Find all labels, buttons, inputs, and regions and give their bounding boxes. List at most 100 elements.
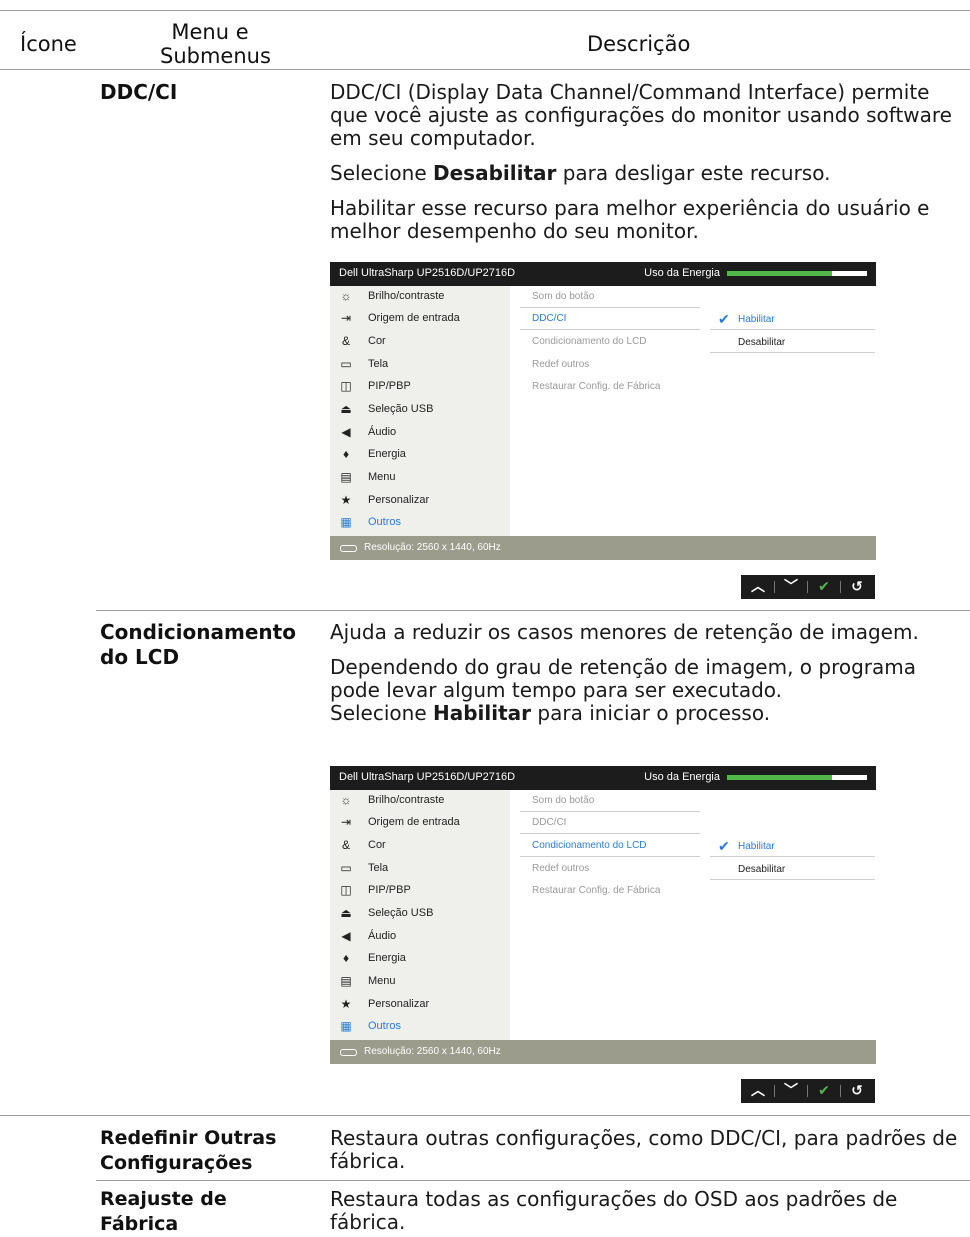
menu-label: Seleção USB	[368, 907, 434, 919]
menu-item-display[interactable]: ▭ Tela	[330, 858, 510, 880]
color-icon: &	[341, 838, 350, 852]
row-rule	[96, 1180, 970, 1181]
divider	[710, 856, 875, 857]
menu-icon: ▤	[340, 470, 352, 484]
term-lcd-line2: do LCD	[100, 645, 180, 669]
pip-icon: ◫	[340, 883, 352, 897]
option-disable[interactable]: Desabilitar	[710, 858, 875, 880]
menu-item-color[interactable]: & Cor	[330, 835, 510, 857]
option-enable[interactable]: ✔ Habilitar	[710, 308, 875, 330]
term-lcd: Condicionamento do LCD	[100, 620, 296, 670]
submenu-label: Restaurar Config. de Fábrica	[532, 381, 661, 392]
submenu-label: DDC/CI	[532, 313, 567, 324]
submenu-item-button-sound[interactable]: Som do botão	[520, 286, 700, 308]
term-ddc: DDC/CI	[100, 80, 178, 104]
menu-item-input[interactable]: ⇥ Origem de entrada	[330, 308, 510, 330]
menu-item-personalize[interactable]: ★ Personalizar	[330, 490, 510, 512]
menu-label: Tela	[368, 358, 389, 370]
check-icon[interactable]: ✔	[808, 575, 840, 599]
menu-item-others[interactable]: ▦ Outros	[330, 1016, 510, 1038]
submenu-item-lcd[interactable]: Condicionamento do LCD	[520, 331, 700, 353]
menu-item-power[interactable]: ♦ Energia	[330, 444, 510, 466]
submenu-item-ddcci[interactable]: DDC/CI	[520, 812, 700, 834]
menu-label: PIP/PBP	[368, 380, 411, 392]
menu-label: Outros	[368, 1020, 402, 1032]
option-enable[interactable]: ✔ Habilitar	[710, 835, 875, 857]
menu-item-audio[interactable]: ◀ Áudio	[330, 422, 510, 444]
osd-nav-buttons: ︿ ﹀ ✔ ↺	[741, 1079, 875, 1103]
back-icon[interactable]: ↺	[841, 1079, 873, 1103]
menu-item-brightness[interactable]: ☼ Brilho/contraste	[330, 790, 510, 812]
menu-label: Brilho/contraste	[368, 794, 445, 806]
menu-item-usb[interactable]: ⏏ Seleção USB	[330, 399, 510, 421]
divider	[520, 329, 700, 330]
menu-item-color[interactable]: & Cor	[330, 331, 510, 353]
option-label: Habilitar	[738, 841, 775, 852]
bold-option: Desabilitar	[433, 161, 557, 185]
osd-title: Dell UltraSharp UP2516D/UP2716D	[339, 267, 516, 279]
menu-label: Brilho/contraste	[368, 290, 445, 302]
text-span: Selecione	[330, 161, 433, 185]
menu-label: Menu	[368, 975, 396, 987]
menu-icon: ▤	[340, 974, 352, 988]
down-arrow-icon[interactable]: ﹀	[775, 1079, 807, 1103]
menu-item-brightness[interactable]: ☼ Brilho/contraste	[330, 286, 510, 308]
display-icon: ▭	[340, 357, 352, 371]
submenu-item-ddcci[interactable]: DDC/CI	[520, 308, 700, 330]
check-icon: ✔	[718, 838, 730, 854]
row-rule	[96, 610, 970, 611]
audio-icon: ◀	[341, 929, 351, 943]
energy-fill	[727, 271, 832, 276]
power-icon: ♦	[342, 951, 350, 965]
menu-item-input[interactable]: ⇥ Origem de entrada	[330, 812, 510, 834]
menu-item-usb[interactable]: ⏏ Seleção USB	[330, 903, 510, 925]
option-disable[interactable]: Desabilitar	[710, 331, 875, 353]
menu-item-display[interactable]: ▭ Tela	[330, 354, 510, 376]
usb-icon: ⏏	[340, 906, 352, 920]
check-icon[interactable]: ✔	[808, 1079, 840, 1103]
up-arrow-icon[interactable]: ︿	[742, 1079, 774, 1103]
up-arrow-icon[interactable]: ︿	[742, 575, 774, 599]
back-icon[interactable]: ↺	[841, 575, 873, 599]
menu-item-pip[interactable]: ◫ PIP/PBP	[330, 880, 510, 902]
bold-option: Habilitar	[433, 701, 532, 725]
cable-icon	[340, 545, 357, 552]
osd-submenu-panel: Som do botão DDC/CI Condicionamento do L…	[510, 790, 876, 1040]
menu-item-others[interactable]: ▦ Outros	[330, 512, 510, 534]
menu-item-menu[interactable]: ▤ Menu	[330, 467, 510, 489]
divider	[710, 879, 875, 880]
menu-item-pip[interactable]: ◫ PIP/PBP	[330, 376, 510, 398]
osd-submenu-panel: Som do botão DDC/CI Condicionamento do L…	[510, 286, 876, 536]
energy-meter	[727, 775, 867, 780]
submenu-item-reset-other[interactable]: Redef outros	[520, 858, 700, 880]
energy-fill	[727, 775, 832, 780]
submenu-item-factory[interactable]: Restaurar Config. de Fábrica	[520, 880, 700, 902]
submenu-item-factory[interactable]: Restaurar Config. de Fábrica	[520, 376, 700, 398]
submenu-item-reset-other[interactable]: Redef outros	[520, 354, 700, 376]
osd-title: Dell UltraSharp UP2516D/UP2716D	[339, 771, 516, 783]
menu-item-power[interactable]: ♦ Energia	[330, 948, 510, 970]
menu-item-personalize[interactable]: ★ Personalizar	[330, 994, 510, 1016]
brightness-icon: ☼	[340, 289, 352, 303]
osd-main-menu: ☼ Brilho/contraste ⇥ Origem de entrada & Co…	[330, 286, 510, 536]
row-rule	[0, 1115, 970, 1116]
menu-label: Áudio	[368, 426, 397, 438]
audio-icon: ◀	[341, 425, 351, 439]
star-icon: ★	[340, 493, 352, 507]
resolution-text: Resolução: 2560 x 1440, 60Hz	[364, 1046, 501, 1057]
header-desc-col: Descrição	[587, 32, 691, 56]
menu-item-menu[interactable]: ▤ Menu	[330, 971, 510, 993]
header-menu-line1: Menu e	[171, 20, 249, 44]
menu-item-audio[interactable]: ◀ Áudio	[330, 926, 510, 948]
submenu-item-button-sound[interactable]: Som do botão	[520, 790, 700, 812]
osd-titlebar: Dell UltraSharp UP2516D/UP2716D Uso da E…	[330, 766, 876, 790]
desc-ddc-p3: Habilitar esse recurso para melhor exper…	[330, 196, 930, 243]
power-icon: ♦	[342, 447, 350, 461]
divider	[520, 833, 700, 834]
top-rule	[0, 10, 970, 11]
menu-label: Personalizar	[368, 998, 430, 1010]
submenu-item-lcd[interactable]: Condicionamento do LCD	[520, 835, 700, 857]
menu-label: Tela	[368, 862, 389, 874]
down-arrow-icon[interactable]: ﹀	[775, 575, 807, 599]
menu-label: Energia	[368, 448, 406, 460]
